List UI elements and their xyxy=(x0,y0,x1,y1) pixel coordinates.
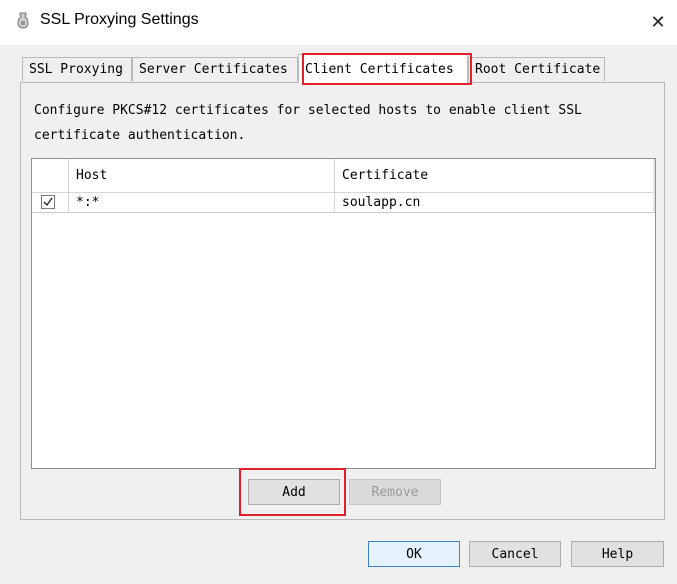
ok-button[interactable]: OK xyxy=(368,541,460,567)
add-button[interactable]: Add xyxy=(248,479,340,505)
tab-ssl-proxying[interactable]: SSL Proxying xyxy=(22,57,132,81)
help-button[interactable]: Help xyxy=(571,541,664,567)
column-header-enabled[interactable] xyxy=(32,159,69,192)
title-bar: SSL Proxying Settings ✕ xyxy=(0,0,677,45)
certificate-cell: soulapp.cn xyxy=(342,195,421,210)
certificates-table: Host Certificate *:* soulapp.cn xyxy=(31,158,656,469)
cancel-button[interactable]: Cancel xyxy=(469,541,561,567)
remove-button[interactable]: Remove xyxy=(349,479,441,505)
tab-client-certificates[interactable]: Client Certificates xyxy=(298,54,468,83)
app-icon xyxy=(17,12,29,29)
tab-server-certificates[interactable]: Server Certificates xyxy=(132,57,298,81)
enabled-cell xyxy=(32,193,69,212)
close-icon[interactable]: ✕ xyxy=(640,4,676,40)
column-header-certificate[interactable]: Certificate xyxy=(335,159,655,192)
host-cell: *:* xyxy=(69,193,335,212)
enabled-checkbox[interactable] xyxy=(41,195,55,209)
checkmark-icon xyxy=(43,197,53,207)
tab-root-certificate[interactable]: Root Certificate xyxy=(468,57,605,81)
description-text: Configure PKCS#12 certificates for selec… xyxy=(34,103,582,143)
column-header-host[interactable]: Host xyxy=(69,159,335,192)
table-row[interactable]: *:* soulapp.cn xyxy=(32,193,655,213)
table-header: Host Certificate xyxy=(32,159,655,193)
window-title: SSL Proxying Settings xyxy=(40,11,199,28)
table-edge xyxy=(653,159,655,212)
